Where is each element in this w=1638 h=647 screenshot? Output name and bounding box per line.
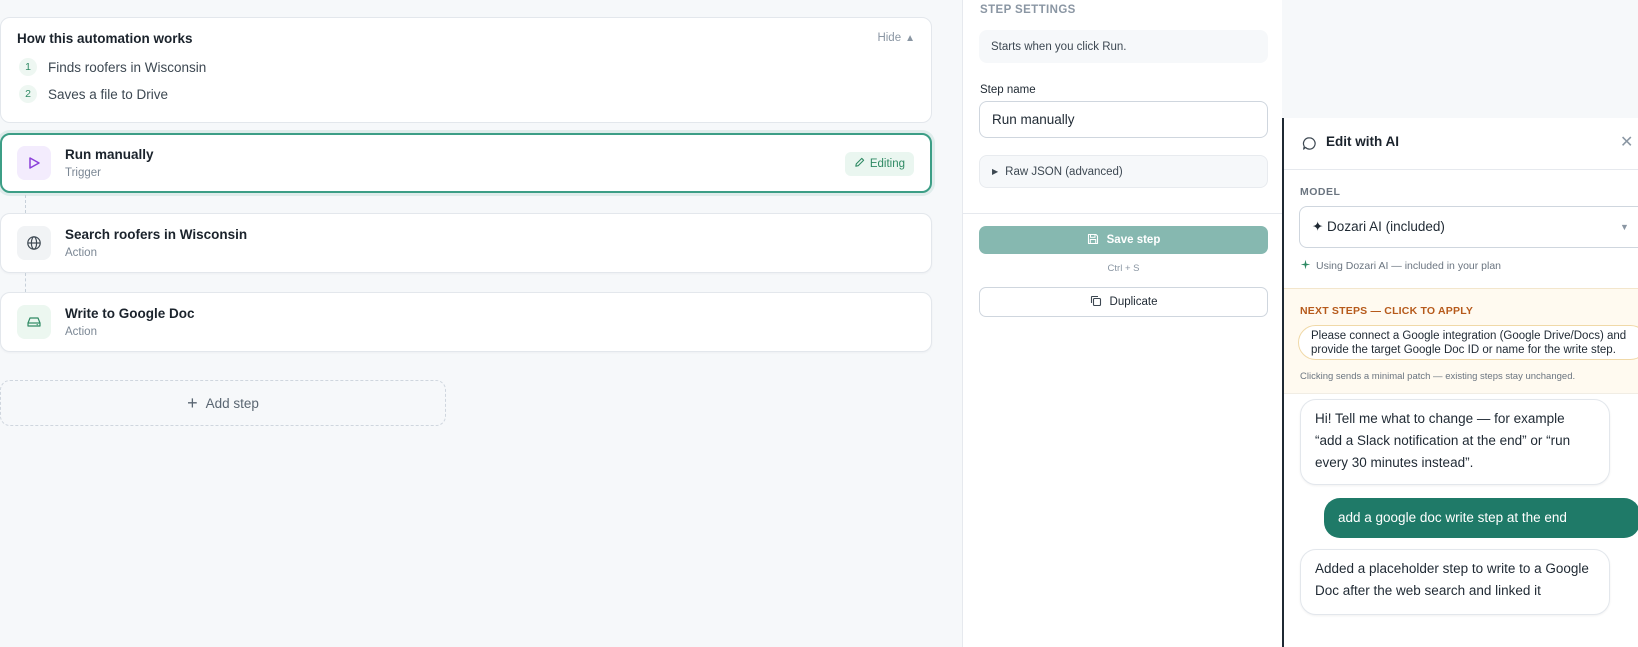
play-icon (17, 146, 51, 180)
how-it-works-title: How this automation works (17, 31, 193, 46)
step-name-label: Step name (980, 84, 1036, 96)
edit-with-ai-panel: Edit with AI ✕ MODEL ✦ Dozari AI (includ… (1282, 118, 1638, 647)
copy-icon (1090, 295, 1102, 310)
step-settings-heading: STEP SETTINGS (980, 4, 1076, 16)
chevron-down-icon: ▼ (1620, 222, 1629, 232)
pencil-icon (854, 157, 865, 171)
flow-canvas: How this automation works Hide ▲ 1 Finds… (0, 0, 932, 647)
model-note: Using Dozari AI — included in your plan (1300, 259, 1501, 273)
next-steps-footnote: Clicking sends a minimal patch — existin… (1300, 371, 1576, 382)
next-steps-section: NEXT STEPS — CLICK TO APPLY Please conne… (1284, 288, 1638, 394)
step-description: Starts when you click Run. (979, 30, 1268, 63)
step-type: Trigger (65, 167, 101, 179)
divider (963, 213, 1283, 214)
editing-label: Editing (869, 158, 905, 170)
step-connector (25, 195, 26, 213)
add-step-label: Add step (205, 395, 259, 411)
next-step-suggestion[interactable]: Please connect a Google integration (Goo… (1298, 325, 1638, 360)
editing-badge: Editing (844, 152, 914, 176)
assistant-message: Hi! Tell me what to change — for example… (1300, 399, 1610, 485)
triangle-up-icon: ▲ (905, 32, 915, 44)
step-type: Action (65, 326, 97, 338)
how-it-works-card: How this automation works Hide ▲ 1 Finds… (0, 17, 932, 123)
how-it-works-item: 2 Saves a file to Drive (19, 85, 168, 103)
chat-icon (1302, 136, 1317, 156)
how-it-works-item: 1 Finds roofers in Wisconsin (19, 58, 206, 76)
step-type: Action (65, 247, 97, 259)
triangle-right-icon: ▶ (992, 167, 999, 176)
step-settings-panel: STEP SETTINGS Starts when you click Run.… (962, 0, 1283, 647)
step-name-input[interactable] (979, 101, 1268, 138)
add-step-button[interactable]: + Add step (0, 380, 446, 426)
step-title: Search roofers in Wisconsin (65, 227, 248, 242)
keyboard-shortcut-hint: Ctrl + S (1107, 263, 1140, 274)
step-number-badge: 2 (19, 85, 37, 103)
model-note-text: Using Dozari AI — included in your plan (1316, 260, 1502, 272)
hide-button[interactable]: Hide ▲ (877, 32, 915, 44)
step-connector (25, 273, 26, 292)
close-icon[interactable]: ✕ (1620, 132, 1633, 152)
raw-json-toggle[interactable]: ▶ Raw JSON (advanced) (979, 155, 1268, 188)
ai-panel-title: Edit with AI (1326, 134, 1399, 149)
step-card-search-roofers[interactable]: Search roofers in Wisconsin Action (0, 213, 932, 273)
drive-icon (17, 305, 51, 339)
step-title: Run manually (65, 147, 154, 162)
model-select[interactable]: ✦ Dozari AI (included) (1299, 206, 1638, 248)
step-card-run-manually[interactable]: Run manually Trigger Editing (0, 133, 932, 193)
step-number-badge: 1 (19, 58, 37, 76)
assistant-message: Added a placeholder step to write to a G… (1300, 549, 1610, 615)
globe-icon (17, 226, 51, 260)
save-step-button[interactable]: Save step (979, 226, 1268, 254)
duplicate-button[interactable]: Duplicate (979, 287, 1268, 317)
duplicate-label: Duplicate (1109, 296, 1158, 308)
sparkle-icon (1300, 259, 1311, 273)
save-icon (1087, 233, 1099, 248)
step-card-write-google-doc[interactable]: Write to Google Doc Action (0, 292, 932, 352)
user-message: add a google doc write step at the end (1324, 498, 1638, 538)
save-step-label: Save step (1106, 234, 1161, 246)
model-select-value: ✦ Dozari AI (included) (1312, 219, 1445, 234)
ai-panel-header: Edit with AI ✕ (1284, 118, 1638, 170)
plus-icon: + (187, 393, 198, 413)
next-steps-heading: NEXT STEPS — CLICK TO APPLY (1300, 305, 1474, 317)
how-it-works-item-text: Finds roofers in Wisconsin (48, 59, 207, 75)
model-label: MODEL (1300, 186, 1341, 198)
how-it-works-item-text: Saves a file to Drive (48, 86, 169, 102)
step-title: Write to Google Doc (65, 306, 195, 321)
raw-json-label: Raw JSON (advanced) (1005, 165, 1123, 178)
hide-label: Hide (877, 32, 902, 44)
